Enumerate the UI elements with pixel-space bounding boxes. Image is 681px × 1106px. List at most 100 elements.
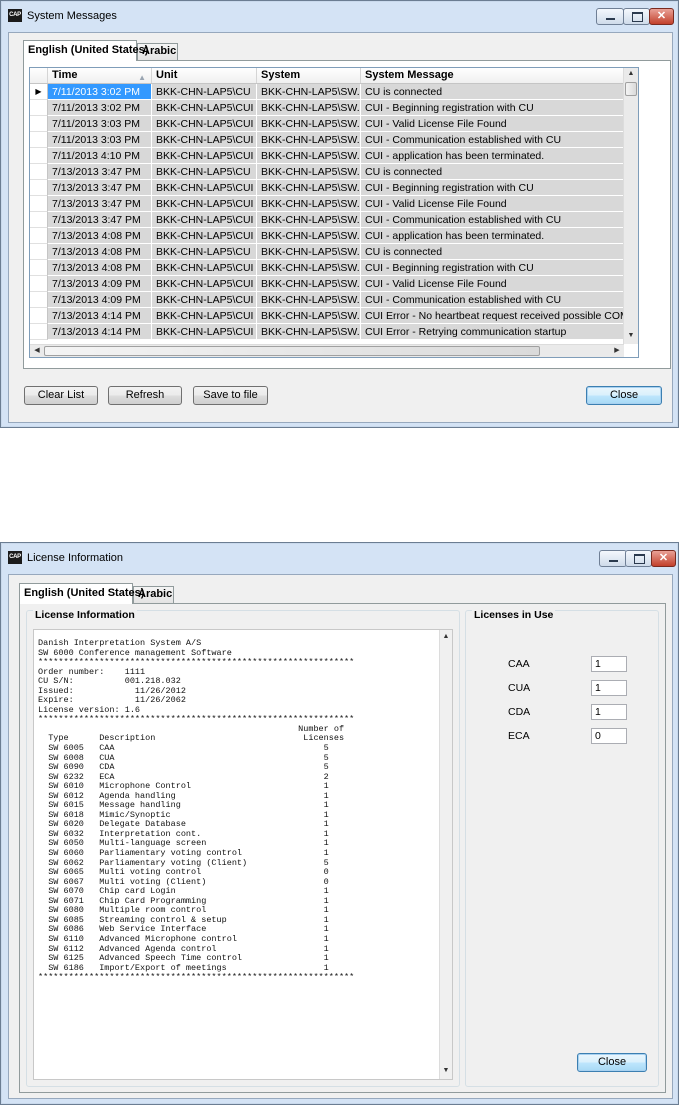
column-header-unit[interactable]: Unit bbox=[152, 68, 257, 83]
title-bar[interactable]: CAP License Information bbox=[1, 543, 678, 573]
maximize-icon[interactable] bbox=[623, 8, 650, 25]
table-row[interactable]: ▶ 7/11/2013 3:02 PM BKK-CHN-LAP5\CU BKK-CHN… bbox=[30, 84, 624, 100]
scroll-up-icon[interactable]: ▲ bbox=[624, 70, 638, 77]
cell-system-message[interactable]: CUI Error - Retrying communication start… bbox=[361, 324, 624, 340]
cell-unit[interactable]: BKK-CHN-LAP5\CUI bbox=[152, 148, 257, 164]
cell-system[interactable]: BKK-CHN-LAP5\SW... bbox=[257, 212, 361, 228]
cell-time[interactable]: 7/13/2013 3:47 PM bbox=[48, 164, 152, 180]
cell-unit[interactable]: BKK-CHN-LAP5\CUI bbox=[152, 324, 257, 340]
cell-system-message[interactable]: CUI - Beginning registration with CU bbox=[361, 100, 624, 116]
cell-system-message[interactable]: CU is connected bbox=[361, 84, 624, 100]
row-header[interactable] bbox=[30, 196, 48, 212]
table-row[interactable]: 7/13/2013 4:08 PM BKK-CHN-LAP5\CUI BKK-CHN… bbox=[30, 228, 624, 244]
cell-unit[interactable]: BKK-CHN-LAP5\CUI bbox=[152, 292, 257, 308]
cell-system-message[interactable]: CUI - Beginning registration with CU bbox=[361, 260, 624, 276]
cell-system-message[interactable]: CUI - Communication established with CU bbox=[361, 132, 624, 148]
cell-time[interactable]: 7/13/2013 4:08 PM bbox=[48, 244, 152, 260]
cell-system[interactable]: BKK-CHN-LAP5\SW... bbox=[257, 324, 361, 340]
table-row[interactable]: 7/13/2013 4:09 PM BKK-CHN-LAP5\CUI BKK-CHN… bbox=[30, 276, 624, 292]
row-header[interactable] bbox=[30, 164, 48, 180]
table-row[interactable]: 7/11/2013 3:02 PM BKK-CHN-LAP5\CUI BKK-CHN… bbox=[30, 100, 624, 116]
cell-time[interactable]: 7/13/2013 3:47 PM bbox=[48, 180, 152, 196]
cell-time[interactable]: 7/11/2013 3:02 PM bbox=[48, 100, 152, 116]
cell-unit[interactable]: BKK-CHN-LAP5\CUI bbox=[152, 212, 257, 228]
cell-system[interactable]: BKK-CHN-LAP5\SW... bbox=[257, 196, 361, 212]
messages-grid[interactable]: Time ▲ Unit System System Message ▶ 7/11/… bbox=[29, 67, 639, 358]
cell-system[interactable]: BKK-CHN-LAP5\SW... bbox=[257, 260, 361, 276]
close-window-icon[interactable] bbox=[651, 550, 676, 567]
tab-english[interactable]: English (United States) bbox=[19, 583, 144, 604]
row-header[interactable] bbox=[30, 100, 48, 116]
table-row[interactable]: 7/13/2013 4:09 PM BKK-CHN-LAP5\CUI BKK-CHN… bbox=[30, 292, 624, 308]
row-header[interactable] bbox=[30, 116, 48, 132]
cell-system[interactable]: BKK-CHN-LAP5\SW... bbox=[257, 116, 361, 132]
cell-system[interactable]: BKK-CHN-LAP5\SW... bbox=[257, 84, 361, 100]
cell-system[interactable]: BKK-CHN-LAP5\SW... bbox=[257, 100, 361, 116]
license-count-field-caa[interactable]: 1 bbox=[591, 656, 627, 672]
row-header[interactable] bbox=[30, 308, 48, 324]
table-row[interactable]: 7/13/2013 3:47 PM BKK-CHN-LAP5\CUI BKK-CHN… bbox=[30, 212, 624, 228]
cell-system[interactable]: BKK-CHN-LAP5\SW... bbox=[257, 276, 361, 292]
cell-unit[interactable]: BKK-CHN-LAP5\CUI bbox=[152, 276, 257, 292]
close-button[interactable]: Close bbox=[577, 1053, 647, 1072]
current-row-indicator-icon[interactable]: ▶ bbox=[30, 84, 48, 100]
title-bar[interactable]: CAP System Messages bbox=[1, 1, 678, 31]
refresh-button[interactable]: Refresh bbox=[108, 386, 182, 405]
row-header[interactable] bbox=[30, 324, 48, 340]
cell-system-message[interactable]: CUI - Valid License File Found bbox=[361, 276, 624, 292]
row-header[interactable] bbox=[30, 244, 48, 260]
license-count-field-cda[interactable]: 1 bbox=[591, 704, 627, 720]
row-header[interactable] bbox=[30, 132, 48, 148]
cell-system-message[interactable]: CUI Error - No heartbeat request receive… bbox=[361, 308, 624, 324]
cell-time[interactable]: 7/13/2013 4:14 PM bbox=[48, 324, 152, 340]
cell-time[interactable]: 7/13/2013 4:14 PM bbox=[48, 308, 152, 324]
table-row[interactable]: 7/13/2013 3:47 PM BKK-CHN-LAP5\CUI BKK-CHN… bbox=[30, 196, 624, 212]
cell-time[interactable]: 7/11/2013 3:02 PM bbox=[48, 84, 152, 100]
license-text-scrollbar[interactable]: ▲ ▼ bbox=[439, 630, 452, 1079]
license-count-field-eca[interactable]: 0 bbox=[591, 728, 627, 744]
cell-system[interactable]: BKK-CHN-LAP5\SW... bbox=[257, 308, 361, 324]
table-row[interactable]: 7/13/2013 3:47 PM BKK-CHN-LAP5\CUI BKK-CHN… bbox=[30, 180, 624, 196]
cell-unit[interactable]: BKK-CHN-LAP5\CUI bbox=[152, 116, 257, 132]
cell-time[interactable]: 7/11/2013 4:10 PM bbox=[48, 148, 152, 164]
table-row[interactable]: 7/13/2013 4:14 PM BKK-CHN-LAP5\CUI BKK-CHN… bbox=[30, 308, 624, 324]
vertical-scrollbar[interactable]: ▲ ▼ bbox=[623, 68, 638, 344]
vertical-scroll-thumb[interactable] bbox=[625, 82, 637, 96]
scroll-right-icon[interactable]: ▶ bbox=[612, 346, 622, 354]
row-header[interactable] bbox=[30, 180, 48, 196]
row-header[interactable] bbox=[30, 228, 48, 244]
row-header[interactable] bbox=[30, 292, 48, 308]
cell-time[interactable]: 7/13/2013 4:09 PM bbox=[48, 276, 152, 292]
close-window-icon[interactable] bbox=[649, 8, 674, 25]
cell-system-message[interactable]: CUI - Valid License File Found bbox=[361, 196, 624, 212]
cell-system-message[interactable]: CU is connected bbox=[361, 164, 624, 180]
cell-system[interactable]: BKK-CHN-LAP5\SW... bbox=[257, 228, 361, 244]
cell-time[interactable]: 7/11/2013 3:03 PM bbox=[48, 132, 152, 148]
cell-unit[interactable]: BKK-CHN-LAP5\CUI bbox=[152, 100, 257, 116]
license-count-field-cua[interactable]: 1 bbox=[591, 680, 627, 696]
column-header-system[interactable]: System bbox=[257, 68, 361, 83]
cell-system-message[interactable]: CUI - Beginning registration with CU bbox=[361, 180, 624, 196]
cell-system-message[interactable]: CUI - Communication established with CU bbox=[361, 212, 624, 228]
row-header[interactable] bbox=[30, 212, 48, 228]
maximize-icon[interactable] bbox=[625, 550, 652, 567]
table-row[interactable]: 7/11/2013 3:03 PM BKK-CHN-LAP5\CUI BKK-CHN… bbox=[30, 132, 624, 148]
cell-unit[interactable]: BKK-CHN-LAP5\CU bbox=[152, 164, 257, 180]
clear-list-button[interactable]: Clear List bbox=[24, 386, 98, 405]
table-row[interactable]: 7/13/2013 4:08 PM BKK-CHN-LAP5\CUI BKK-CHN… bbox=[30, 260, 624, 276]
scroll-up-icon[interactable]: ▲ bbox=[440, 633, 452, 640]
cell-time[interactable]: 7/13/2013 4:08 PM bbox=[48, 260, 152, 276]
column-header-time[interactable]: Time ▲ bbox=[48, 68, 152, 83]
horizontal-scroll-thumb[interactable] bbox=[44, 346, 540, 356]
row-header[interactable] bbox=[30, 260, 48, 276]
cell-time[interactable]: 7/13/2013 4:08 PM bbox=[48, 228, 152, 244]
cell-unit[interactable]: BKK-CHN-LAP5\CUI bbox=[152, 196, 257, 212]
table-row[interactable]: 7/13/2013 4:08 PM BKK-CHN-LAP5\CU BKK-CHN-… bbox=[30, 244, 624, 260]
cell-unit[interactable]: BKK-CHN-LAP5\CUI bbox=[152, 260, 257, 276]
table-row[interactable]: 7/11/2013 3:03 PM BKK-CHN-LAP5\CUI BKK-CHN… bbox=[30, 116, 624, 132]
scroll-down-icon[interactable]: ▼ bbox=[624, 332, 638, 339]
cell-system[interactable]: BKK-CHN-LAP5\SW... bbox=[257, 292, 361, 308]
cell-system-message[interactable]: CUI - Valid License File Found bbox=[361, 116, 624, 132]
cell-time[interactable]: 7/11/2013 3:03 PM bbox=[48, 116, 152, 132]
cell-time[interactable]: 7/13/2013 3:47 PM bbox=[48, 196, 152, 212]
